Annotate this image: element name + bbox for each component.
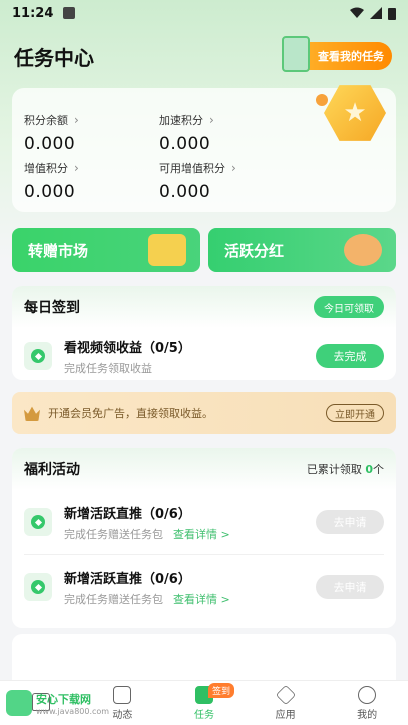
tab-profile[interactable]: 我的 [326, 681, 408, 725]
tab-tasks[interactable]: 任务 签到 [163, 681, 245, 725]
tab-profile-label: 我的 [357, 709, 378, 721]
today-claimable-badge[interactable]: 今日可领取 [314, 296, 384, 318]
chevron-right-icon: › [209, 113, 214, 127]
task-subtitle: 完成任务赠送任务包 查看详情 > [64, 592, 230, 606]
accelerated-points-label: 加速积分 [159, 114, 203, 127]
welfare-header: 福利活动 已累计领取 0个 [12, 448, 396, 490]
transfer-market-button[interactable]: 转赠市场 [12, 228, 200, 272]
coin-bag-icon [344, 234, 382, 266]
tab-tasks-label: 任务 [193, 709, 214, 721]
points-balance-value: 0.000 [24, 134, 76, 154]
available-value-added-points-label: 可用增值积分 [159, 162, 225, 175]
task-title: 新增活跃直推（0/6） [64, 506, 191, 522]
points-balance[interactable]: 积分余额 › 0.000 [24, 112, 79, 154]
vip-banner[interactable]: 开通会员免广告，直接领取收益。 立即开通 [12, 392, 396, 434]
available-value-added-points-value: 0.000 [159, 182, 211, 202]
status-right [350, 7, 396, 20]
view-details-link[interactable]: 查看详情 > [173, 593, 230, 606]
list-item: 新增活跃直推（0/6） 完成任务赠送任务包 查看详情 > 去申请 [12, 490, 396, 554]
task-subtitle: 完成任务领取收益 [64, 361, 152, 375]
task-diamond-icon [24, 573, 52, 601]
view-my-tasks-button[interactable]: 查看我的任务 [282, 36, 392, 72]
profile-icon [358, 685, 377, 704]
daily-checkin-card: 每日签到 今日可领取 看视频领收益（0/5） 完成任务领取收益 去完成 [12, 286, 396, 380]
claimed-count: 0 [365, 463, 373, 476]
more-content-card [12, 634, 396, 680]
task-diamond-icon [24, 508, 52, 536]
daily-checkin-title: 每日签到 [24, 300, 80, 316]
status-time: 11:24 [12, 5, 54, 21]
value-added-points-value: 0.000 [24, 182, 76, 202]
list-item: 新增活跃直推（0/6） 完成任务赠送任务包 查看详情 > 去申请 [12, 555, 396, 619]
chevron-right-icon: › [74, 161, 79, 175]
clipboard-icon [282, 36, 310, 72]
points-balance-label: 积分余额 [24, 114, 68, 127]
vip-banner-text: 开通会员免广告，直接领取收益。 [48, 407, 213, 420]
wifi-icon [350, 7, 364, 18]
tab-apps[interactable]: 应用 [245, 681, 327, 725]
battery-icon [388, 7, 396, 20]
active-dividend-button[interactable]: 活跃分红 [208, 228, 396, 272]
watermark-name: 安心下载网 [36, 692, 91, 706]
view-my-tasks-label: 查看我的任务 [318, 50, 384, 63]
task-subtitle: 完成任务赠送任务包 查看详情 > [64, 527, 230, 541]
view-details-link[interactable]: 查看详情 > [173, 528, 230, 541]
chevron-right-icon: › [74, 113, 79, 127]
welfare-title: 福利活动 [24, 462, 80, 478]
signal-icon [370, 7, 382, 19]
task-title: 看视频领收益（0/5） [64, 340, 191, 356]
welfare-card: 福利活动 已累计领取 0个 新增活跃直推（0/6） 完成任务赠送任务包 查看详情 … [12, 448, 396, 628]
daily-checkin-header: 每日签到 今日可领取 [12, 286, 396, 328]
value-added-points[interactable]: 增值积分 › 0.000 [24, 160, 79, 202]
list-item: 看视频领收益（0/5） 完成任务领取收益 去完成 [12, 328, 396, 384]
available-value-added-points[interactable]: 可用增值积分 › 0.000 [159, 160, 236, 202]
active-dividend-label: 活跃分红 [224, 241, 285, 260]
page-title: 任务中心 [14, 46, 94, 70]
status-bar: 11:24 [0, 0, 408, 26]
feed-icon [113, 685, 132, 704]
activate-vip-button[interactable]: 立即开通 [326, 404, 384, 422]
apply-button[interactable]: 去申请 [316, 510, 384, 534]
watermark-shield-icon [6, 690, 32, 716]
task-title: 新增活跃直推（0/6） [64, 571, 191, 587]
watermark-logo: 安心下载网 www.java800.com [6, 690, 109, 716]
tab-apps-label: 应用 [275, 709, 296, 721]
value-added-points-label: 增值积分 [24, 162, 68, 175]
gift-box-icon [148, 234, 186, 266]
task-diamond-icon [24, 342, 52, 370]
transfer-market-label: 转赠市场 [28, 241, 89, 260]
tab-feed-label: 动态 [112, 709, 133, 721]
signin-tag-badge: 签到 [207, 683, 234, 698]
notification-icon [63, 7, 76, 19]
accelerated-points[interactable]: 加速积分 › 0.000 [159, 112, 214, 154]
accelerated-points-value: 0.000 [159, 134, 211, 154]
crown-icon [24, 406, 40, 421]
chevron-right-icon: › [231, 161, 236, 175]
apps-icon [275, 684, 296, 705]
apply-button[interactable]: 去申请 [316, 575, 384, 599]
claimed-total: 已累计领取 0个 [306, 463, 384, 476]
star-icon: ★ [343, 98, 367, 128]
mascot-icon [316, 94, 328, 106]
complete-task-button[interactable]: 去完成 [316, 344, 384, 368]
watermark-url: www.java800.com [36, 706, 110, 716]
